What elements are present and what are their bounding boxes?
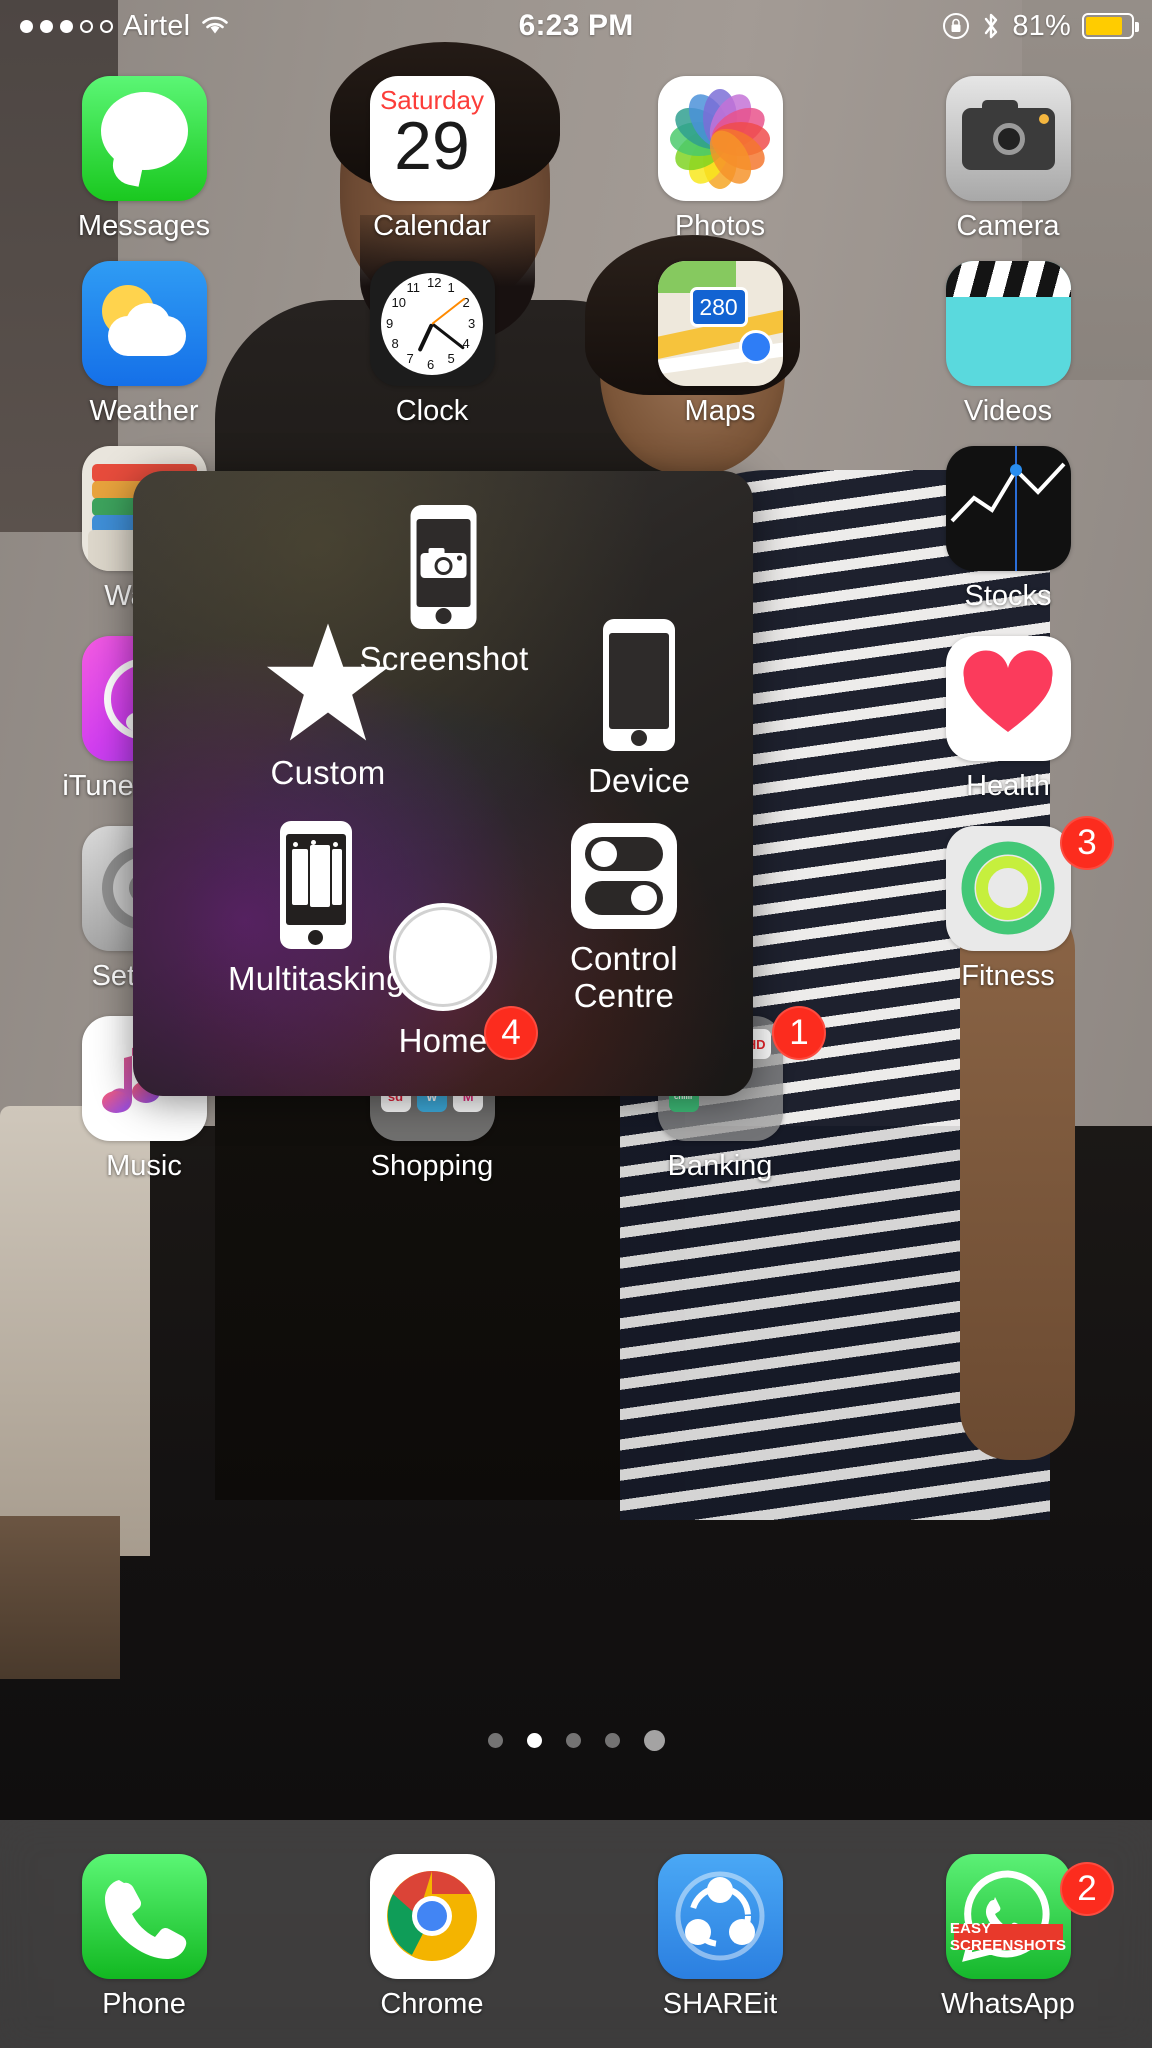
app-label: Shopping: [370, 1150, 494, 1182]
app-label: Calendar: [373, 210, 491, 242]
app-label: Phone: [102, 1988, 186, 2020]
app-chrome[interactable]: Chrome: [288, 1854, 576, 2021]
camera-icon: [945, 76, 1071, 201]
notification-badge: 1: [772, 1006, 826, 1060]
health-icon: [945, 636, 1071, 761]
app-label: SHAREit: [662, 1988, 778, 2020]
app-photos[interactable]: Photos: [576, 58, 864, 243]
app-shareit[interactable]: SHAREit: [576, 1854, 864, 2021]
battery-icon: [1082, 13, 1139, 39]
signal-dot: [100, 19, 113, 33]
wallpaper-table: [0, 1515, 120, 1680]
status-bar-left: Airtel: [0, 10, 392, 43]
app-weather[interactable]: Weather: [0, 243, 288, 428]
home-row: Weather 12 1 2 3 4 5 6 7 8 9 10 11 Clock 280 Maps Videos: [0, 243, 1152, 428]
app-label: Videos: [963, 395, 1053, 427]
assistive-touch-label: Multitasking: [228, 960, 405, 997]
app-clock[interactable]: 12 1 2 3 4 5 6 7 8 9 10 11 Clock: [288, 243, 576, 428]
assistive-touch-label: Control Centre: [570, 940, 678, 1014]
clock-time: 6:23 PM: [518, 9, 634, 42]
page-dot[interactable]: [487, 1733, 503, 1748]
rotation-lock-icon: [943, 13, 970, 39]
notification-badge: 4: [484, 1006, 538, 1060]
page-dot[interactable]: [643, 1730, 665, 1751]
carrier-label: Airtel: [123, 9, 191, 42]
calendar-icon: Saturday 29: [369, 76, 495, 201]
maps-icon: 280: [657, 261, 783, 386]
app-label: Stocks: [964, 580, 1052, 612]
assistive-touch-menu[interactable]: Screenshot Custom Device Multitasking Ho…: [133, 471, 753, 1096]
assistive-touch-label: Custom: [270, 754, 386, 791]
app-videos[interactable]: Videos: [864, 243, 1152, 428]
app-stocks[interactable]: Stocks: [864, 428, 1152, 618]
page-indicator-dots[interactable]: [0, 1730, 1152, 1751]
clock-icon: 12 1 2 3 4 5 6 7 8 9 10 11: [369, 261, 495, 386]
assistive-touch-label: Home: [398, 1022, 488, 1059]
assistive-touch-item-device[interactable]: Device: [588, 619, 690, 800]
app-health[interactable]: Health: [864, 618, 1152, 808]
messages-icon: [81, 76, 207, 201]
app-label: Weather: [89, 395, 199, 427]
chrome-icon: [369, 1854, 495, 1979]
app-label: Photos: [674, 210, 766, 242]
page-dot[interactable]: [604, 1733, 620, 1748]
status-bar: Airtel 6:23 PM 81%: [0, 0, 1152, 52]
assistive-touch-label: Device: [588, 762, 691, 799]
app-label: Clock: [395, 395, 469, 427]
signal-dot: [20, 19, 33, 33]
signal-dot: [40, 19, 53, 33]
assistive-touch-item-control-centre[interactable]: Control Centre: [570, 823, 678, 1015]
home-button-icon: [389, 903, 497, 1011]
app-label: Chrome: [380, 1988, 484, 2020]
status-bar-right: 81%: [760, 10, 1152, 43]
app-label: Camera: [956, 210, 1060, 242]
assistive-touch-item-home[interactable]: Home: [389, 903, 497, 1060]
page-dot[interactable]: [565, 1733, 581, 1748]
empty-slot: [864, 998, 1152, 1188]
cellular-signal-icon: [20, 19, 113, 33]
app-camera[interactable]: Camera: [864, 58, 1152, 243]
signal-dot: [60, 19, 73, 33]
app-label: Maps: [684, 395, 756, 427]
whatsapp-icon: EASY SCREENSHOTS: [945, 1854, 1071, 1979]
app-whatsapp[interactable]: EASY SCREENSHOTS 2 WhatsApp: [864, 1854, 1152, 2021]
assistive-touch-item-multitasking[interactable]: Multitasking: [228, 821, 405, 998]
bluetooth-icon: [985, 13, 998, 39]
phone-icon: [81, 1854, 207, 1979]
videos-icon: [945, 261, 1071, 386]
app-label: Health: [966, 770, 1050, 802]
photos-icon: [657, 76, 783, 201]
multitasking-icon: [280, 821, 353, 949]
app-label: Banking: [667, 1150, 773, 1182]
wifi-icon: [202, 16, 229, 34]
app-label: Fitness: [961, 960, 1055, 992]
app-label: WhatsApp: [941, 1988, 1075, 2020]
screenshot-icon: [411, 505, 477, 629]
device-icon: [603, 619, 676, 751]
battery-percent-label: 81%: [1012, 9, 1071, 42]
app-fitness[interactable]: 3 Fitness: [864, 808, 1152, 998]
stocks-icon: [945, 446, 1071, 571]
shareit-icon: [657, 1854, 783, 1979]
weather-icon: [81, 261, 207, 386]
signal-dot: [80, 19, 93, 33]
notification-badge: 3: [1060, 816, 1114, 870]
fitness-icon: [945, 826, 1071, 951]
dock: Phone Chrome SHAREit EASY SCREENSHOTS 2 Whats…: [0, 1820, 1152, 2048]
page-dot[interactable]: [526, 1733, 542, 1748]
app-messages[interactable]: Messages: [0, 58, 288, 243]
app-calendar[interactable]: Saturday 29 Calendar: [288, 58, 576, 243]
home-row: Messages Saturday 29 Calendar Photos Camera: [0, 58, 1152, 243]
app-maps[interactable]: 280 Maps: [576, 243, 864, 428]
assistive-touch-item-custom[interactable]: Custom: [264, 621, 392, 792]
notification-badge: 2: [1060, 1862, 1114, 1916]
star-icon: [267, 623, 389, 741]
app-label: Messages: [77, 210, 211, 242]
control-centre-icon: [570, 823, 677, 929]
app-label: Music: [106, 1150, 182, 1182]
app-phone[interactable]: Phone: [0, 1854, 288, 2021]
watermark: EASY SCREENSHOTS: [949, 1920, 1067, 1954]
